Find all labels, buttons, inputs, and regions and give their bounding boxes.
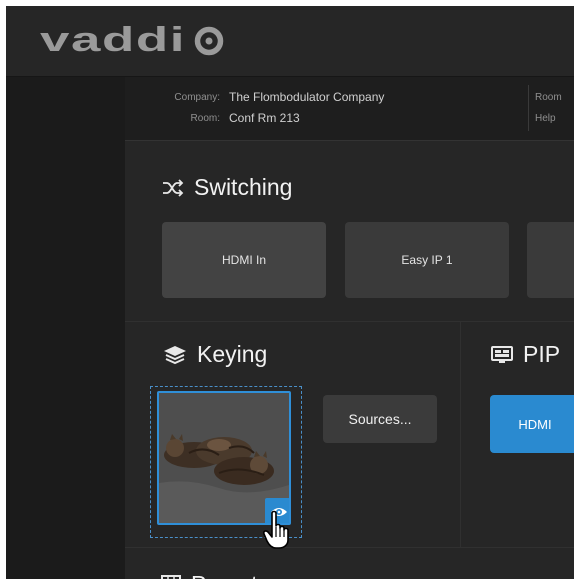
pip-hdmi-button[interactable]: HDMI: [490, 395, 574, 453]
switching-heading: Switching: [162, 174, 292, 201]
source-easy-ip-1-label: Easy IP 1: [401, 253, 453, 267]
presets-title: Presets: [191, 571, 269, 579]
presets-divider: [125, 547, 574, 548]
pip-hdmi-label: HDMI: [518, 416, 552, 432]
main-panel: Company: The Flombodulator Company Room:…: [125, 77, 574, 579]
grid-icon: [161, 574, 181, 579]
keying-sources-label: Sources...: [348, 411, 412, 427]
source-hdmi-in-button[interactable]: HDMI In: [162, 222, 326, 298]
top-bar: vaddi: [6, 6, 574, 77]
shuffle-icon: [163, 178, 184, 197]
info-separator: [528, 85, 529, 131]
pip-heading: PIP: [491, 341, 560, 368]
presets-heading: Presets: [161, 571, 269, 579]
company-label: Company:: [174, 92, 220, 103]
section-divider: [125, 321, 574, 322]
room-label: Room:: [190, 113, 220, 124]
monitor-icon: [491, 345, 513, 363]
room-label-right: Room: [535, 92, 562, 103]
keying-preview-tile[interactable]: [157, 391, 291, 525]
company-value: The Flombodulator Company: [229, 90, 385, 104]
source-easy-ip-1-button[interactable]: Easy IP 1: [345, 222, 509, 298]
keying-sources-button[interactable]: Sources...: [323, 395, 437, 443]
source-3-button[interactable]: [527, 222, 574, 298]
source-hdmi-in-label: HDMI In: [221, 253, 266, 267]
help-label-right: Help: [535, 113, 556, 124]
keying-title: Keying: [197, 341, 268, 367]
room-info-bar: Company: The Flombodulator Company Room:…: [125, 77, 574, 141]
left-navigation: [6, 77, 125, 579]
keying-heading: Keying: [163, 341, 267, 368]
app-window: vaddi Company: The Flombodulator Company…: [6, 6, 574, 579]
layers-icon: [164, 345, 186, 364]
vaddio-logo: vaddi: [40, 21, 224, 59]
pip-title: PIP: [523, 341, 561, 367]
hand-cursor-icon: [263, 510, 289, 549]
column-divider: [460, 322, 461, 547]
room-value: Conf Rm 213: [229, 111, 300, 125]
svg-text:vaddi: vaddi: [40, 21, 186, 59]
switching-title: Switching: [194, 174, 293, 200]
